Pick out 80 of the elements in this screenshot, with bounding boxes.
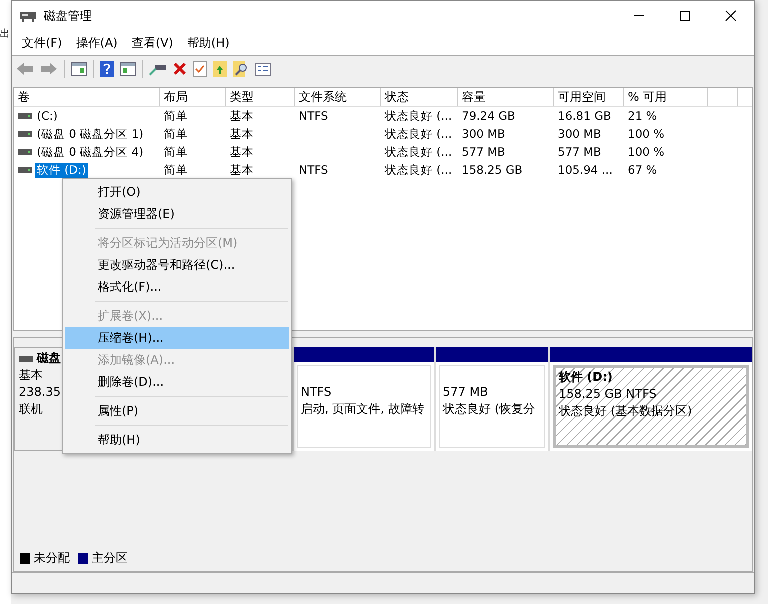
table-cell: 状态良好 (... [385, 144, 452, 160]
table-cell: 300 MB [462, 127, 506, 141]
drive-icon [18, 167, 32, 173]
column-header[interactable]: 状态 [381, 88, 458, 106]
table-cell: 67 % [628, 163, 658, 177]
folder-search-icon[interactable] [233, 61, 249, 77]
help-icon[interactable] [100, 61, 114, 77]
delete-icon[interactable] [173, 62, 187, 76]
context-menu-item[interactable]: 删除卷(D)... [65, 371, 289, 393]
maximize-icon[interactable] [679, 10, 691, 22]
table-cell: 105.94 ... [558, 163, 613, 177]
column-header[interactable]: 文件系统 [295, 88, 381, 106]
partition-text: 状态良好 (基本数据分区) [559, 403, 694, 420]
table-cell: 简单 [164, 126, 188, 142]
table-cell: 状态良好 (... [385, 126, 452, 142]
window-title: 磁盘管理 [44, 8, 92, 24]
table-cell: 简单 [164, 144, 188, 160]
disk-name: 磁盘 [37, 350, 61, 367]
checked-document-icon[interactable] [193, 61, 207, 77]
column-header[interactable]: % 可用 [624, 88, 708, 106]
volume-name[interactable]: 软件 (D:) [35, 162, 88, 178]
panel-icon[interactable] [120, 62, 136, 76]
disk-size: 238.35 [19, 384, 61, 401]
context-menu-item[interactable]: 压缩卷(H)... [65, 327, 289, 349]
table-cell: 基本 [230, 162, 254, 178]
drive-icon [18, 149, 32, 155]
table-cell: 简单 [164, 108, 188, 124]
table-cell: 100 % [628, 145, 665, 159]
drive-icon [18, 113, 32, 119]
table-cell: 状态良好 (... [385, 162, 452, 178]
legend-label: 未分配 [34, 550, 70, 567]
panel-icon[interactable] [71, 62, 87, 76]
partition-text: NTFS [301, 384, 333, 401]
context-menu-item[interactable]: 属性(P) [65, 400, 289, 422]
partition-text: 158.25 GB NTFS [559, 386, 658, 403]
table-cell: 基本 [230, 126, 254, 142]
table-cell: 577 MB [462, 145, 506, 159]
context-menu-item[interactable]: 格式化(F)... [65, 276, 289, 298]
table-cell: 状态良好 (... [385, 108, 452, 124]
menu-item[interactable]: 查看(V) [126, 34, 180, 52]
partition-text: 启动, 页面文件, 故障转 [301, 401, 426, 418]
partition-text: 状态良好 (恢复分 [443, 401, 536, 418]
menu-item[interactable]: 帮助(H) [181, 34, 236, 52]
volume-name[interactable]: (磁盘 0 磁盘分区 4) [35, 144, 146, 160]
column-header[interactable]: 容量 [458, 88, 554, 106]
disk-type: 基本 [19, 367, 43, 384]
list-icon[interactable] [255, 62, 271, 76]
menu-item[interactable]: 操作(A) [70, 34, 124, 52]
context-menu-item[interactable]: 更改驱动器号和路径(C)... [65, 254, 289, 276]
column-header[interactable]: 可用空间 [554, 88, 624, 106]
table-cell: 简单 [164, 162, 188, 178]
partition-title: 软件 (D:) [559, 369, 614, 386]
table-cell: 100 % [628, 127, 665, 141]
table-cell: NTFS [299, 163, 328, 177]
table-cell: 300 MB [558, 127, 602, 141]
context-menu-item[interactable]: 资源管理器(E) [65, 203, 289, 225]
close-icon[interactable] [725, 10, 737, 22]
column-header[interactable]: 布局 [160, 88, 226, 106]
column-header[interactable]: 类型 [226, 88, 295, 106]
table-cell: 基本 [230, 108, 254, 124]
folder-up-icon[interactable] [213, 61, 227, 77]
table-cell: 79.24 GB [462, 109, 516, 123]
column-header[interactable]: 卷 [14, 88, 160, 106]
volume-name[interactable]: (磁盘 0 磁盘分区 1) [35, 126, 146, 142]
table-cell: NTFS [299, 109, 328, 123]
table-cell: 21 % [628, 109, 658, 123]
drive-icon [19, 356, 33, 362]
disk-status: 联机 [19, 401, 43, 418]
table-cell: 158.25 GB [462, 163, 523, 177]
volume-name[interactable]: (C:) [35, 109, 60, 123]
menu-item[interactable]: 文件(F) [16, 34, 68, 52]
background-window-text: 出 [0, 28, 10, 41]
partition-text: 577 MB [443, 384, 490, 401]
table-cell: 577 MB [558, 145, 602, 159]
table-cell: 基本 [230, 144, 254, 160]
context-menu-item[interactable]: 打开(O) [65, 181, 289, 203]
drive-icon [18, 131, 32, 137]
table-cell: 16.81 GB [558, 109, 612, 123]
legend-label: 主分区 [92, 550, 128, 567]
context-menu-item[interactable]: 帮助(H) [65, 429, 289, 451]
